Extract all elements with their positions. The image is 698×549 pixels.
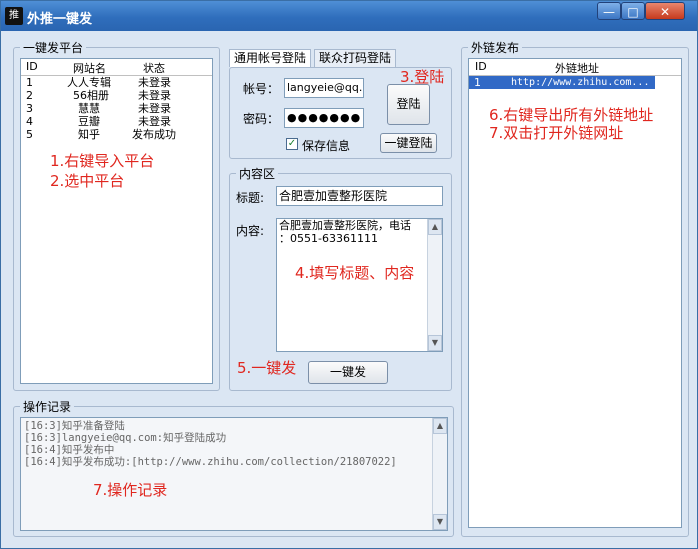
platform-panel-title: 一键发平台 [20,39,87,56]
tab-general-login[interactable]: 通用帐号登陆 [229,49,312,67]
scroll-down-icon[interactable]: ▼ [433,514,447,530]
table-row[interactable]: 1 人人专辑 未登录 [21,76,212,89]
platform-list[interactable]: ID 网站名 状态 1 人人专辑 未登录 2 56相册 未登录 3 慧慧 未登录… [20,58,213,384]
row-status: 未登录 [138,76,171,89]
log-line: [16:3]langyeie@qq.com:知乎登陆成功 [24,432,227,444]
row-id: 1 [26,76,33,89]
links-list-header: ID 外链地址 [469,59,681,76]
content-text-line: 合肥壹加壹整形医院，电话 [279,219,411,232]
annotation-export-links: 6.右键导出所有外链地址 [489,106,654,124]
content-scrollbar[interactable]: ▲ ▼ [427,219,442,351]
col-site-name[interactable]: 网站名 [73,60,106,76]
row-status: 发布成功 [132,128,176,141]
app-logo-icon: 推 [5,7,23,25]
annotation-log: 7.操作记录 [93,481,168,499]
row-id: 4 [26,115,33,128]
col-id[interactable]: ID [475,60,487,73]
save-info-label: 保存信息 [302,139,351,153]
row-status: 未登录 [138,102,171,115]
table-row[interactable]: 5 知乎 发布成功 [21,128,212,141]
login-button[interactable]: 登陆 [387,84,430,125]
publish-button[interactable]: 一键发 [308,361,388,384]
annotation-publish: 5.一键发 [237,359,297,377]
annotation-select-platform: 2.选中平台 [50,172,125,190]
log-line: [16:4]知乎发布中 [24,444,115,456]
links-panel-title: 外链发布 [468,39,523,56]
password-input[interactable]: ●●●●●●● [284,108,364,128]
row-site-name: 知乎 [78,128,100,141]
col-status[interactable]: 状态 [143,60,165,76]
row-site-name: 人人专辑 [67,76,111,89]
account-label: 帐号： [243,82,280,96]
scroll-up-icon[interactable]: ▲ [428,219,442,235]
one-click-login-button[interactable]: 一键登陆 [380,133,437,153]
row-url: http://www.zhihu.com... [511,77,650,88]
col-id[interactable]: ID [26,60,38,73]
title-bar[interactable]: 推 外推一键发 — □ ✕ [1,1,697,31]
log-scrollbar[interactable]: ▲ ▼ [432,418,447,530]
content-text-line: ：0551-63361111 [279,232,378,245]
log-textarea[interactable]: [16:3]知乎准备登陆 [16:3]langyeie@qq.com:知乎登陆成… [20,417,448,531]
row-id: 2 [26,89,33,102]
scroll-down-icon[interactable]: ▼ [428,335,442,351]
row-id: 3 [26,102,33,115]
close-button[interactable]: ✕ [645,2,685,20]
annotation-open-link: 7.双击打开外链网址 [489,124,624,142]
window-title: 外推一键发 [27,12,93,27]
tab-captcha-login[interactable]: 联众打码登陆 [314,49,397,67]
minimize-button[interactable]: — [597,2,621,20]
content-label: 内容: [236,224,265,238]
log-panel-title: 操作记录 [20,398,75,415]
scroll-up-icon[interactable]: ▲ [433,418,447,434]
platform-list-header: ID 网站名 状态 [21,59,212,76]
save-info-checkbox[interactable]: ✓ [286,138,298,150]
table-row[interactable]: 2 56相册 未登录 [21,89,212,102]
maximize-button[interactable]: □ [621,2,645,20]
account-input[interactable]: langyeie@qq.c [284,78,364,98]
main-window: 推 外推一键发 — □ ✕ 一键发平台 ID 网站名 状态 1 人人专辑 未登录… [0,0,698,549]
annotation-fill-content: 4.填写标题、内容 [295,264,415,282]
table-row[interactable]: 4 豆瓣 未登录 [21,115,212,128]
table-row[interactable]: 3 慧慧 未登录 [21,102,212,115]
content-textarea[interactable]: 合肥壹加壹整形医院，电话 ：0551-63361111 ▲ ▼ [276,218,443,352]
row-status: 未登录 [138,115,171,128]
row-site-name: 慧慧 [78,102,100,115]
row-id: 1 [474,76,481,89]
row-site-name: 56相册 [73,89,109,102]
log-line: [16:3]知乎准备登陆 [24,420,125,432]
row-status: 未登录 [138,89,171,102]
title-label: 标题: [236,191,265,205]
log-panel: 操作记录 [16:3]知乎准备登陆 [16:3]langyeie@qq.com:… [13,398,454,537]
col-link-url[interactable]: 外链地址 [555,60,599,76]
annotation-import-platform: 1.右键导入平台 [50,152,155,170]
log-line: [16:4]知乎发布成功:[http://www.zhihu.com/colle… [24,456,397,468]
annotation-login: 3.登陆 [400,68,445,86]
content-panel-title: 内容区 [236,165,279,182]
row-site-name: 豆瓣 [78,115,100,128]
title-input[interactable]: 合肥壹加壹整形医院 [276,186,443,206]
row-id: 5 [26,128,33,141]
table-row[interactable]: 1 http://www.zhihu.com... [469,76,655,89]
platform-panel: 一键发平台 ID 网站名 状态 1 人人专辑 未登录 2 56相册 未登录 3 … [13,39,220,391]
password-label: 密码： [243,112,280,126]
